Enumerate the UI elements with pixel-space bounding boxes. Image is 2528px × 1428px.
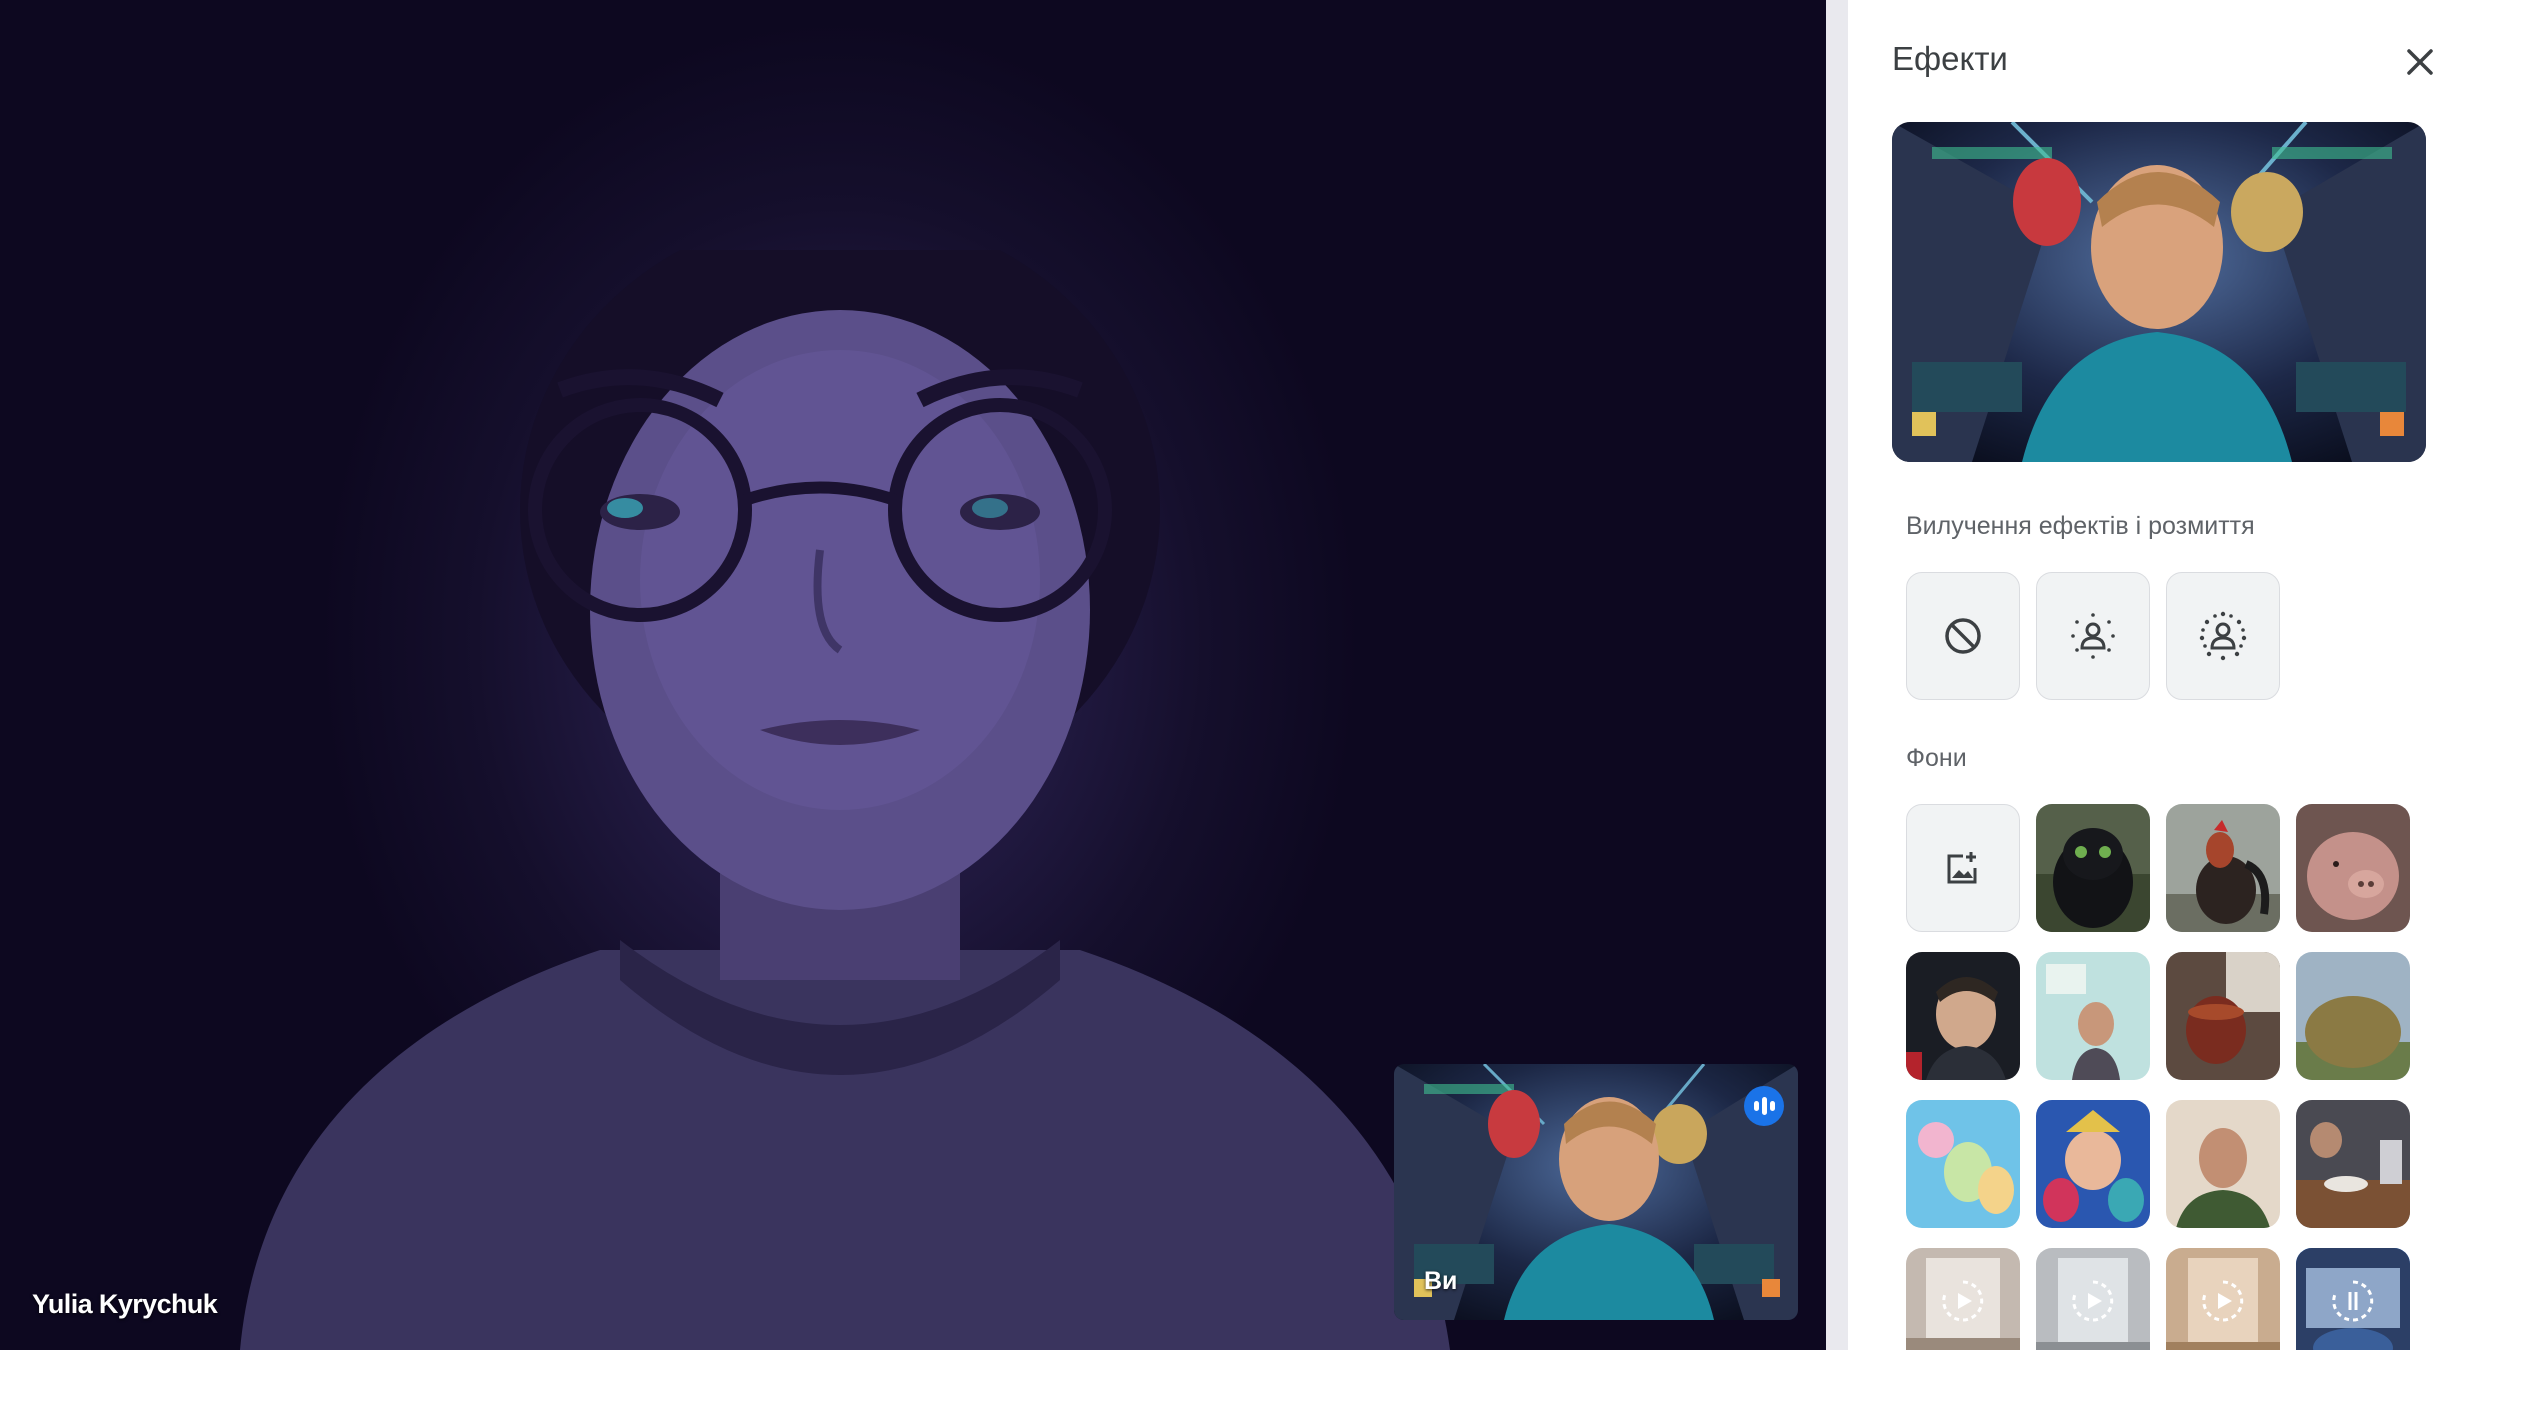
selfie-boy-image: [1906, 952, 2020, 1080]
underwater-cartoon-image: [2036, 1100, 2150, 1228]
participant-video-image: [240, 250, 1450, 1350]
tea-cup-image: [2166, 952, 2280, 1080]
effects-panel: Ефекти Вилучення ефектів і розмиття Фони: [1848, 0, 2528, 1350]
cartoon-characters-image: [1906, 1100, 2020, 1228]
main-video-stage: Yulia Kyrychuk Ви: [0, 0, 1826, 1350]
background-thumbnail[interactable]: [1906, 1100, 2020, 1228]
background-thumbnail[interactable]: [2296, 804, 2410, 932]
upload-background-button[interactable]: [1906, 804, 2020, 932]
panel-title: Ефекти: [1892, 40, 2008, 77]
background-thumbnail[interactable]: [2166, 804, 2280, 932]
animated-effect-icon: [2332, 1280, 2374, 1322]
close-button[interactable]: [2392, 34, 2448, 90]
participant-name: Yulia Kyrychuk: [32, 1289, 218, 1319]
animated-effect-icon: [2202, 1280, 2244, 1322]
close-icon: [2407, 49, 2433, 75]
background-thumbnail[interactable]: [2296, 952, 2410, 1080]
background-thumbnail[interactable]: [2166, 1248, 2280, 1350]
background-thumbnail-selected[interactable]: [2296, 1248, 2410, 1350]
pig-image: [2296, 804, 2410, 932]
blur-icon: [2199, 611, 2247, 661]
self-view-tile[interactable]: Ви: [1394, 1064, 1798, 1320]
background-thumbnail[interactable]: [2036, 1248, 2150, 1350]
animated-effect-icon: [1942, 1280, 1984, 1322]
panel-divider: [1826, 0, 1848, 1350]
self-view-label: Ви: [1424, 1267, 1458, 1295]
background-thumbnail[interactable]: [2036, 804, 2150, 932]
child-in-class-image: [2036, 952, 2150, 1080]
add-image-icon: [1947, 852, 1977, 884]
speaking-indicator-icon: [1744, 1086, 1784, 1126]
haystack-image: [2296, 952, 2410, 1080]
black-dragon-image: [2036, 804, 2150, 932]
rooster-image: [2166, 804, 2280, 932]
slight-blur-button[interactable]: [2036, 572, 2150, 700]
preview-video: [1892, 122, 2426, 462]
background-thumbnail[interactable]: [2296, 1100, 2410, 1228]
background-thumbnail[interactable]: [1906, 1248, 2020, 1350]
no-effect-button[interactable]: [1906, 572, 2020, 700]
blur-button[interactable]: [2166, 572, 2280, 700]
effect-preview: [1892, 122, 2426, 462]
background-thumbnail[interactable]: [2036, 952, 2150, 1080]
background-thumbnail[interactable]: [2166, 952, 2280, 1080]
background-thumbnail[interactable]: [2036, 1100, 2150, 1228]
smiling-person-image: [2166, 1100, 2280, 1228]
backgrounds-section-label: Фони: [1906, 744, 1967, 772]
animated-effect-icon: [2072, 1280, 2114, 1322]
blur-section-label: Вилучення ефектів і розмиття: [1906, 512, 2255, 540]
no-effect-icon: [1945, 618, 1981, 654]
background-thumbnail[interactable]: [2166, 1100, 2280, 1228]
background-thumbnail[interactable]: [1906, 952, 2020, 1080]
cafe-table-image: [2296, 1100, 2410, 1228]
slight-blur-icon: [2071, 613, 2115, 659]
